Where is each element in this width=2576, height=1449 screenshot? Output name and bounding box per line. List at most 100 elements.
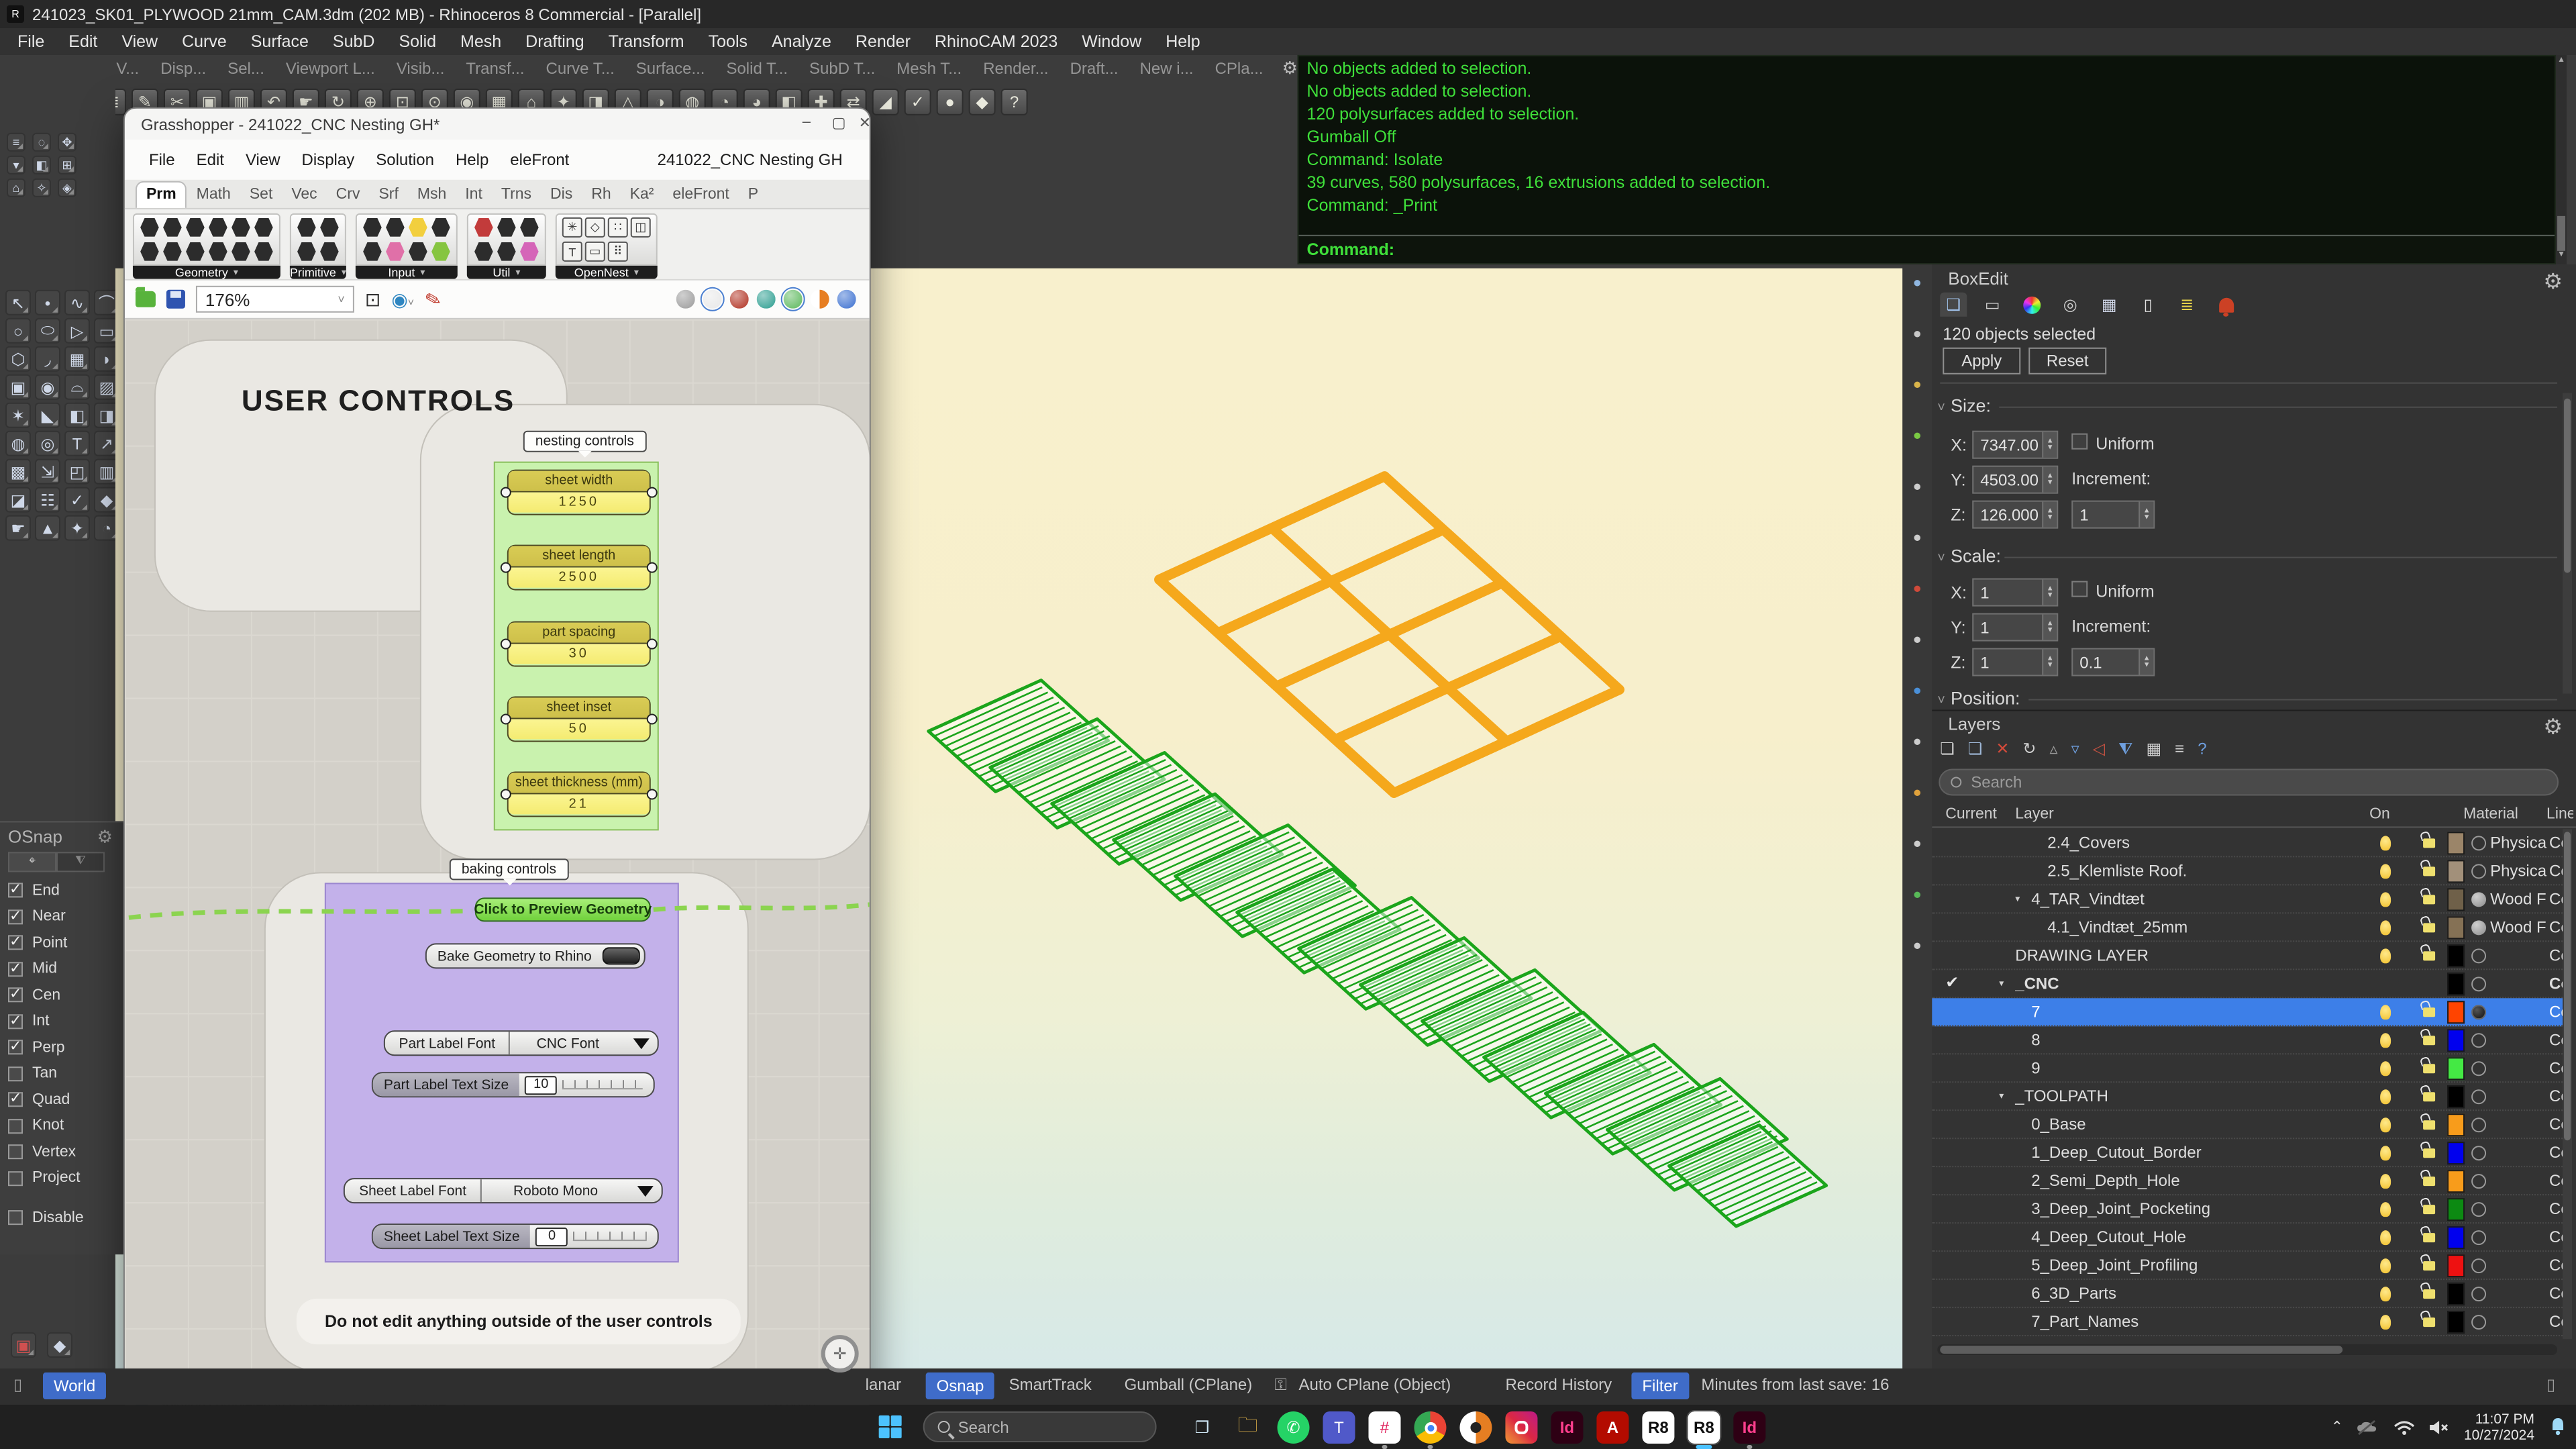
gh-component-icon[interactable]: T xyxy=(562,242,582,262)
boxedit-gear-icon[interactable]: ⚙ xyxy=(2543,268,2563,295)
taskbar-app-teams[interactable]: T xyxy=(1323,1411,1355,1444)
layer-row-4-1-vindt-t-25mm[interactable]: 4.1_Vindtæt_25mmWood FloorContinuous xyxy=(1932,913,2568,942)
tool-icon-30[interactable]: ✓ xyxy=(64,487,90,513)
command-prompt[interactable]: Command: xyxy=(1299,235,2555,263)
gh-component-icon[interactable] xyxy=(431,217,451,238)
toolbar-tab-visib[interactable]: Visib... xyxy=(386,55,456,83)
camera-tab-icon[interactable]: ◎ xyxy=(2057,293,2083,317)
panel-tab-icon-13[interactable]: ● xyxy=(1913,938,1922,954)
layer-color-swatch[interactable] xyxy=(2447,1057,2465,1080)
toolbar-tab-curve-t[interactable]: Curve T... xyxy=(535,55,625,83)
gh-component-icon[interactable] xyxy=(297,242,317,262)
material-sphere-icon[interactable] xyxy=(2471,1061,2486,1076)
part-label-font-dropdown[interactable]: Part Label Font CNC Font xyxy=(384,1030,659,1056)
toolbar-tab-transf[interactable]: Transf... xyxy=(455,55,535,83)
taskbar-app-camera-app[interactable] xyxy=(1459,1411,1492,1444)
gh-tab-rh[interactable]: Rh xyxy=(582,183,620,208)
layer-lock-icon[interactable] xyxy=(2423,1261,2435,1270)
osnap-filter-tab[interactable]: ⧨ xyxy=(56,852,105,872)
status-osnap[interactable]: Osnap xyxy=(926,1372,995,1399)
delete-layer-icon[interactable]: ✕ xyxy=(1996,739,2009,758)
size-y-input[interactable]: 4503.00▲▼ xyxy=(1972,466,2058,494)
layer-name[interactable]: 6_3D_Parts xyxy=(2031,1284,2116,1303)
layer-color-swatch[interactable] xyxy=(2447,1113,2465,1136)
panel-tab-icon-8[interactable]: ● xyxy=(1913,683,1922,699)
slider-value[interactable]: 30 xyxy=(509,644,650,664)
popup-toolbar-icon[interactable]: ▣ xyxy=(11,1332,36,1358)
material-sphere-icon[interactable] xyxy=(2471,948,2486,963)
toolbar-tab-mesh-t[interactable]: Mesh T... xyxy=(886,55,972,83)
tool-icon-28[interactable]: ◪ xyxy=(5,487,31,513)
layer-on-bulb-icon[interactable] xyxy=(2380,948,2391,963)
tool-icon-10[interactable]: ▦ xyxy=(64,346,90,372)
slider-sheet-width[interactable]: sheet width1250 xyxy=(507,470,651,515)
layer-on-bulb-icon[interactable] xyxy=(2380,1146,2391,1160)
layer-name[interactable]: 5_Deep_Joint_Profiling xyxy=(2031,1256,2198,1275)
mini-icon-1[interactable]: ◌ xyxy=(32,133,51,152)
tool-icon-17[interactable]: ◣ xyxy=(35,403,60,428)
panel-tab-icon-6[interactable]: ● xyxy=(1913,581,1922,597)
panel-tab-icon-5[interactable]: ● xyxy=(1913,530,1922,546)
layer-name[interactable]: 8 xyxy=(2031,1030,2040,1049)
menu-edit[interactable]: Edit xyxy=(56,30,109,54)
tool-icon-14[interactable]: ⌓ xyxy=(64,374,90,400)
taskbar-app-instagram[interactable] xyxy=(1505,1411,1537,1444)
tool-icon-6[interactable]: ▷ xyxy=(64,318,90,344)
layer-row-drawing-layer[interactable]: DRAWING LAYERContinuous xyxy=(1932,942,2568,970)
gh-component-icon[interactable] xyxy=(254,217,274,238)
display-mode-icon-1[interactable] xyxy=(703,290,722,309)
boxedit-tab-icon[interactable]: ❑ xyxy=(1940,293,1967,317)
menu-surface[interactable]: Surface xyxy=(239,30,321,54)
gh-component-icon[interactable] xyxy=(208,242,228,262)
taskbar-app-indesign[interactable]: Id xyxy=(1733,1411,1765,1444)
grid-tab-icon[interactable]: ▦ xyxy=(2096,293,2122,317)
size-section-header[interactable]: ˅Size: xyxy=(1937,396,1991,416)
zoom-level-dropdown[interactable]: 176%˅ xyxy=(196,286,354,313)
layer-row-2-4-covers[interactable]: 2.4_CoversPhysicalContinuous xyxy=(1932,829,2568,857)
help-icon[interactable]: ? xyxy=(2198,739,2206,758)
gh-component-icon[interactable] xyxy=(185,242,205,262)
apply-button[interactable]: Apply xyxy=(1943,348,2020,374)
mini-icon-6[interactable]: ⌂ xyxy=(7,179,25,197)
slider-value[interactable]: 1250 xyxy=(509,493,650,513)
osnap-checkbox-near[interactable] xyxy=(8,909,23,924)
slider-ruler[interactable] xyxy=(562,1080,643,1089)
gh-component-icon[interactable] xyxy=(319,242,340,262)
layer-lock-icon[interactable] xyxy=(2423,838,2435,848)
material-sphere-icon[interactable] xyxy=(2471,836,2486,850)
gh-component-icon[interactable] xyxy=(297,217,317,238)
layer-name[interactable]: 7_Part_Names xyxy=(2031,1312,2139,1331)
toolbar-tab-cpla[interactable]: CPla... xyxy=(1204,55,1274,83)
layer-lock-icon[interactable] xyxy=(2423,923,2435,932)
taskbar-search[interactable]: Search xyxy=(923,1411,1157,1442)
material-sphere-icon[interactable] xyxy=(2471,1005,2486,1019)
taskbar-app-indesign[interactable]: Id xyxy=(1551,1411,1583,1444)
gh-menu-display[interactable]: Display xyxy=(291,145,366,174)
layer-on-bulb-icon[interactable] xyxy=(2380,1230,2391,1245)
open-file-icon[interactable] xyxy=(136,291,156,307)
preview-geometry-button[interactable]: Click to Preview Geometry xyxy=(475,897,651,921)
gh-component-icon[interactable] xyxy=(162,242,183,262)
grasshopper-canvas[interactable]: USER CONTROLS nesting controls sheet wid… xyxy=(125,319,870,1397)
gh-component-icon[interactable] xyxy=(362,217,382,238)
tool-icon-4[interactable]: ○ xyxy=(5,318,31,344)
gh-minimize-button[interactable]: – xyxy=(803,114,811,130)
layer-on-bulb-icon[interactable] xyxy=(2380,1174,2391,1189)
gh-close-button[interactable]: ✕ xyxy=(859,114,871,132)
layer-row-toolpath[interactable]: ▾_TOOLPATHContinuous xyxy=(1932,1083,2568,1111)
layer-row-cnc[interactable]: ✔▾_CNCContinuous xyxy=(1932,970,2568,998)
osnap-checkbox-int[interactable] xyxy=(8,1014,23,1029)
gh-menu-help[interactable]: Help xyxy=(445,145,499,174)
gh-tab-p[interactable]: P xyxy=(739,183,768,208)
grid-view-icon[interactable]: ▦ xyxy=(2147,739,2162,758)
toolbar-tab-new-i[interactable]: New i... xyxy=(1129,55,1204,83)
osnap-checkbox-cen[interactable] xyxy=(8,988,23,1003)
panel-tab-icon-10[interactable]: ● xyxy=(1913,785,1922,801)
material-sphere-icon[interactable] xyxy=(2471,1315,2486,1330)
status-smarttrack[interactable]: SmartTrack xyxy=(1009,1375,1092,1394)
layer-lock-icon[interactable] xyxy=(2423,1064,2435,1073)
toolbar-icon-28[interactable]: ✓ xyxy=(905,89,931,115)
osnap-checkbox-mid[interactable] xyxy=(8,962,23,977)
layer-color-swatch[interactable] xyxy=(2447,1142,2465,1164)
start-button[interactable] xyxy=(879,1415,902,1438)
